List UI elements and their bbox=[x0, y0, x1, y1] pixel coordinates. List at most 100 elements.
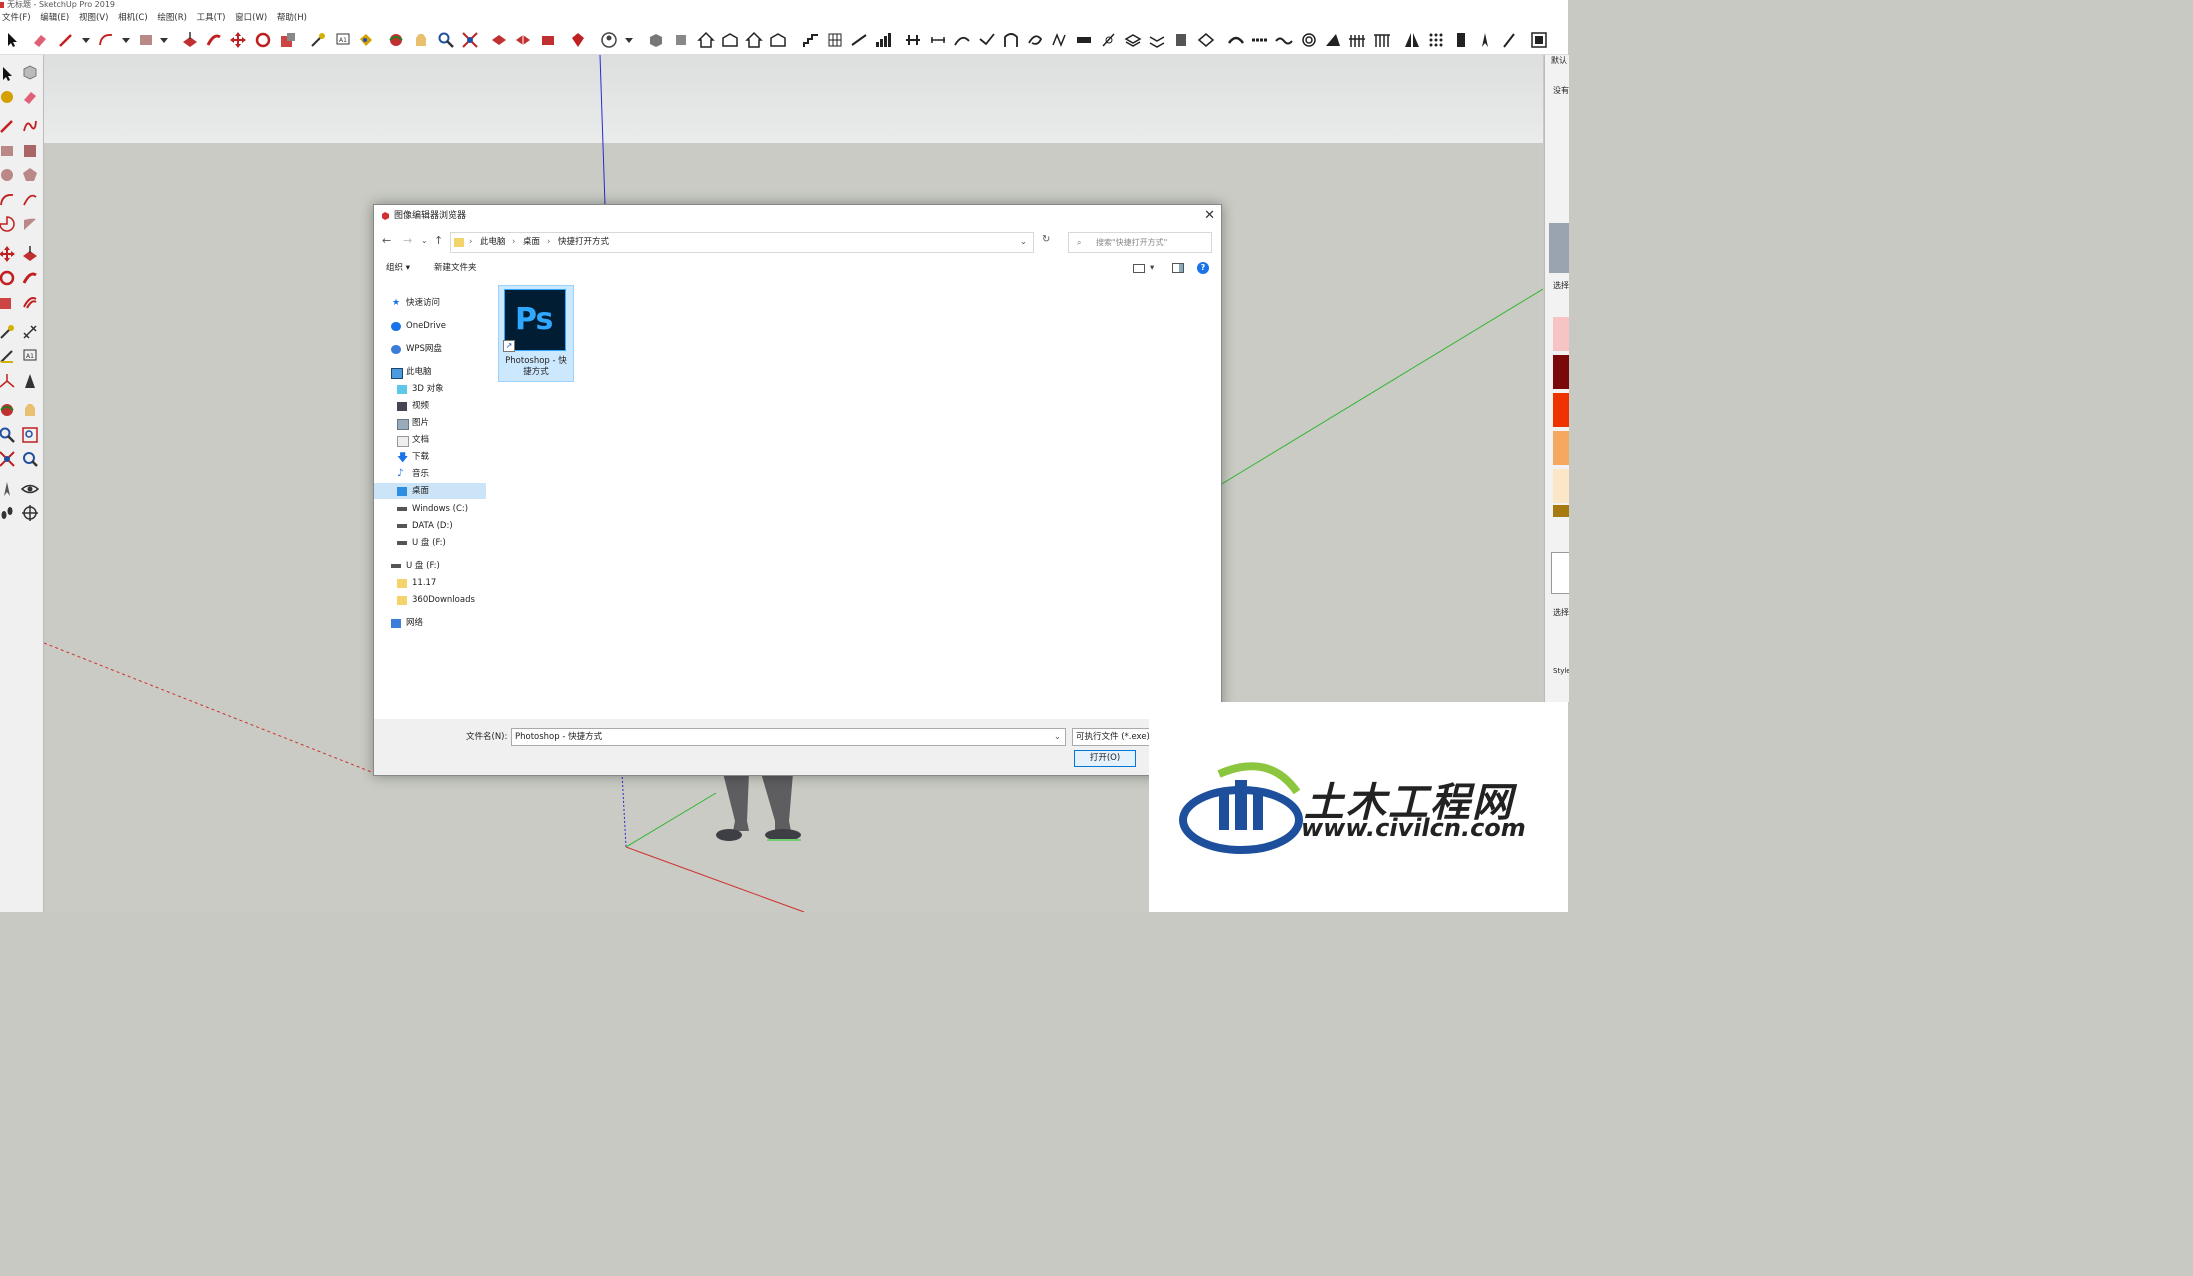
dimension-tool-icon[interactable] bbox=[929, 31, 947, 49]
beam-tool-icon[interactable] bbox=[904, 31, 922, 49]
preview-pane-icon[interactable] bbox=[1172, 263, 1184, 273]
nav-documents[interactable]: 文档 bbox=[374, 432, 486, 448]
stairs-icon[interactable] bbox=[802, 31, 820, 49]
top-view-icon[interactable] bbox=[672, 31, 690, 49]
nav-desktop[interactable]: 桌面 bbox=[374, 483, 486, 499]
3d-text-icon[interactable] bbox=[21, 372, 39, 390]
pan-hand-icon[interactable] bbox=[412, 31, 430, 49]
nav-drive-f[interactable]: U 盘 (F:) bbox=[374, 535, 486, 551]
dialog-close-icon[interactable]: ✕ bbox=[1204, 205, 1215, 227]
account-dropdown-icon[interactable] bbox=[620, 31, 638, 49]
component-icon[interactable] bbox=[21, 63, 39, 81]
nav-music[interactable]: ♪ 音乐 bbox=[374, 466, 486, 482]
roof-icon[interactable] bbox=[1324, 31, 1342, 49]
zoom-icon[interactable] bbox=[437, 31, 455, 49]
pie-icon[interactable] bbox=[0, 215, 16, 233]
pushpull-tool-icon[interactable] bbox=[21, 245, 39, 263]
rectangle-icon[interactable] bbox=[137, 31, 155, 49]
erase-icon[interactable] bbox=[21, 88, 39, 106]
nav-wps-drive[interactable]: WPS网盘 bbox=[374, 341, 486, 357]
nav-folder-360downloads[interactable]: 360Downloads bbox=[374, 592, 486, 608]
back-arrow-icon[interactable]: ← bbox=[382, 234, 391, 247]
account-user-icon[interactable] bbox=[600, 31, 618, 49]
breadcrumb-this-pc[interactable]: 此电脑 bbox=[480, 233, 506, 252]
look-around-eye-icon[interactable] bbox=[21, 480, 39, 498]
tape-tool-icon[interactable] bbox=[0, 323, 16, 341]
new-folder-button[interactable]: 新建文件夹 bbox=[434, 257, 477, 279]
door-icon[interactable] bbox=[1452, 31, 1470, 49]
arc-dropdown-icon[interactable] bbox=[117, 31, 135, 49]
wave-icon[interactable] bbox=[1275, 31, 1293, 49]
followme-tool-icon[interactable] bbox=[21, 269, 39, 287]
extension-warehouse-icon[interactable] bbox=[539, 31, 557, 49]
iso-view-icon[interactable] bbox=[647, 31, 665, 49]
columns-icon[interactable] bbox=[1373, 31, 1391, 49]
panel-tool-icon[interactable] bbox=[1075, 31, 1093, 49]
rotated-rect-icon[interactable] bbox=[21, 142, 39, 160]
array-dots-icon[interactable] bbox=[1427, 31, 1445, 49]
nav-usb-drive[interactable]: U 盘 (F:) bbox=[374, 558, 486, 574]
layers-icon[interactable] bbox=[1124, 31, 1142, 49]
position-camera-icon[interactable] bbox=[0, 480, 16, 498]
nav-3d-objects[interactable]: 3D 对象 bbox=[374, 381, 486, 397]
axes-icon[interactable] bbox=[0, 372, 16, 390]
menu-tools[interactable]: 工具(T) bbox=[195, 13, 231, 23]
address-bar[interactable]: › 此电脑 › 桌面 › 快捷打开方式 ⌄ bbox=[450, 232, 1034, 253]
nav-downloads[interactable]: 🡇 下载 bbox=[374, 449, 486, 465]
filename-input[interactable]: Photoshop - 快捷方式 ⌄ bbox=[511, 728, 1066, 746]
menu-help[interactable]: 帮助(H) bbox=[275, 13, 312, 23]
left-view-icon[interactable] bbox=[769, 31, 787, 49]
bar-steps-icon[interactable] bbox=[874, 31, 892, 49]
offset-tool-icon[interactable] bbox=[21, 293, 39, 311]
scale-tool-icon[interactable] bbox=[0, 293, 16, 311]
walk-footprints-icon[interactable] bbox=[0, 504, 16, 522]
address-dropdown-icon[interactable]: ⌄ bbox=[1020, 233, 1027, 252]
line-dropdown-icon[interactable] bbox=[77, 31, 95, 49]
right-view-icon[interactable] bbox=[721, 31, 739, 49]
rotate-tool-icon[interactable] bbox=[0, 269, 16, 287]
zoom-extents-icon[interactable] bbox=[461, 31, 479, 49]
three-point-arc-icon[interactable] bbox=[21, 215, 39, 233]
photoshop-shortcut-file[interactable]: Ps ↗ Photoshop - 快捷方式 bbox=[498, 285, 574, 382]
fold-icon[interactable] bbox=[1148, 31, 1166, 49]
breadcrumb-shortcuts-folder[interactable]: 快捷打开方式 bbox=[558, 233, 609, 252]
up-arrow-icon[interactable]: ↑ bbox=[434, 234, 443, 247]
paint-icon[interactable] bbox=[0, 88, 16, 106]
select-arrow-icon[interactable] bbox=[0, 65, 16, 83]
section-plane-icon[interactable] bbox=[21, 504, 39, 522]
view-mode-dropdown-icon[interactable]: ▾ bbox=[1150, 257, 1154, 279]
two-point-arc-icon[interactable] bbox=[21, 191, 39, 209]
follow-me-icon[interactable] bbox=[205, 31, 223, 49]
move-icon[interactable] bbox=[229, 31, 247, 49]
dome-icon[interactable] bbox=[1227, 31, 1245, 49]
circle-icon[interactable] bbox=[0, 166, 16, 184]
menu-edit[interactable]: 编辑(E) bbox=[38, 13, 74, 23]
nav-network[interactable]: 网络 bbox=[374, 615, 486, 631]
color-swatch-brown[interactable] bbox=[1553, 505, 1569, 517]
filetype-select[interactable]: 可执行文件 (*.exe) bbox=[1072, 728, 1154, 746]
pen-curve-icon[interactable] bbox=[1100, 31, 1118, 49]
bezier-tool-icon[interactable] bbox=[978, 31, 996, 49]
menu-window[interactable]: 窗口(W) bbox=[233, 13, 272, 23]
freehand-icon[interactable] bbox=[21, 117, 39, 135]
rect-tool-icon[interactable] bbox=[0, 142, 16, 160]
nav-this-pc[interactable]: 此电脑 bbox=[374, 364, 486, 380]
forward-arrow-icon[interactable]: → bbox=[403, 234, 412, 247]
refresh-icon[interactable]: ↻ bbox=[1042, 234, 1050, 245]
nav-videos[interactable]: 视频 bbox=[374, 398, 486, 414]
nav-pictures[interactable]: 图片 bbox=[374, 415, 486, 431]
filename-dropdown-icon[interactable]: ⌄ bbox=[1054, 729, 1061, 745]
flip-icon[interactable] bbox=[1197, 31, 1215, 49]
select-tool-icon[interactable] bbox=[3, 31, 21, 49]
file-list-area[interactable]: Ps ↗ Photoshop - 快捷方式 bbox=[487, 281, 1221, 719]
color-swatch-orange[interactable] bbox=[1553, 431, 1569, 465]
help-icon[interactable]: ? bbox=[1197, 262, 1209, 274]
breadcrumb-desktop[interactable]: 桌面 bbox=[523, 233, 540, 252]
eraser-icon[interactable] bbox=[31, 31, 49, 49]
box-stack-icon[interactable] bbox=[1172, 31, 1190, 49]
railing-icon[interactable] bbox=[850, 31, 868, 49]
polygon-icon[interactable] bbox=[21, 166, 39, 184]
tape-measure-icon[interactable] bbox=[309, 31, 327, 49]
menu-view[interactable]: 视图(V) bbox=[77, 13, 113, 23]
arch-tool-icon[interactable] bbox=[1002, 31, 1020, 49]
